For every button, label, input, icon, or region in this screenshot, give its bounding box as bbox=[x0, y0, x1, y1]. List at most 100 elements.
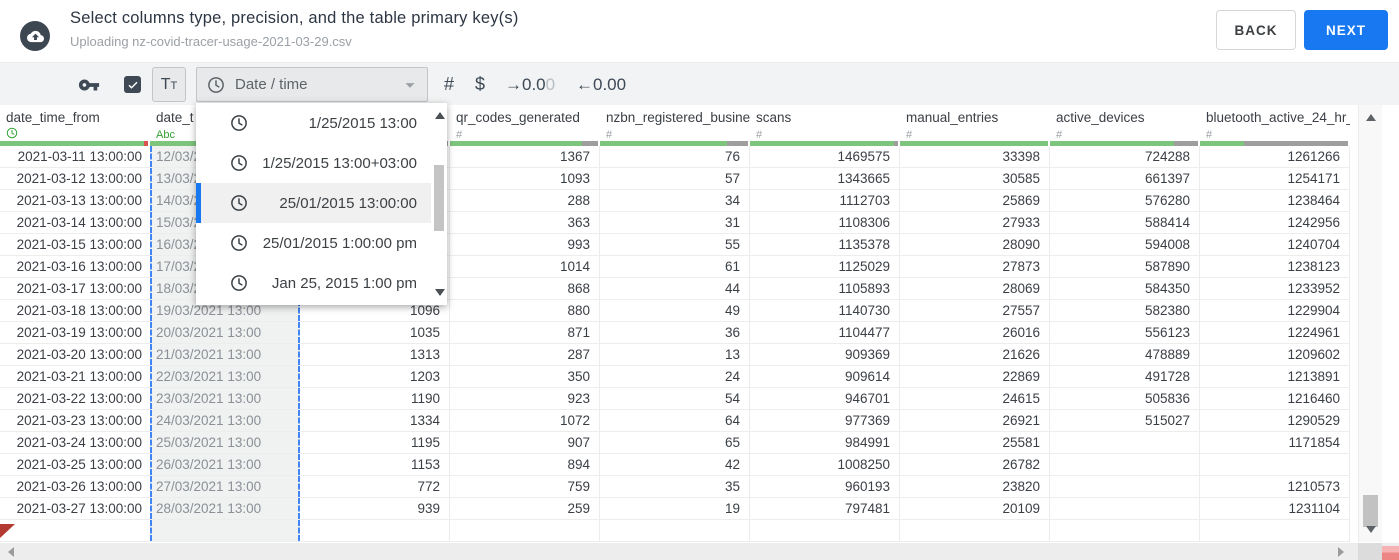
table-cell[interactable]: 1469575 bbox=[750, 146, 900, 167]
table-cell[interactable] bbox=[1050, 476, 1200, 497]
table-cell[interactable]: 27873 bbox=[900, 256, 1050, 277]
table-cell[interactable]: 1229904 bbox=[1200, 300, 1350, 321]
decimal-right-button[interactable]: →0.00 bbox=[505, 63, 555, 106]
table-cell[interactable]: 25581 bbox=[900, 432, 1050, 453]
table-cell[interactable]: 1035 bbox=[300, 322, 450, 343]
table-cell[interactable]: 772 bbox=[300, 476, 450, 497]
table-cell[interactable]: 287 bbox=[450, 344, 600, 365]
table-cell[interactable]: 26921 bbox=[900, 410, 1050, 431]
table-cell[interactable]: 1209602 bbox=[1200, 344, 1350, 365]
table-cell[interactable]: 49 bbox=[600, 300, 750, 321]
table-cell[interactable]: 1240704 bbox=[1200, 234, 1350, 255]
table-cell[interactable] bbox=[450, 520, 600, 541]
table-cell[interactable]: 2021-03-21 13:00:00 bbox=[0, 366, 150, 387]
table-cell[interactable]: 1254171 bbox=[1200, 168, 1350, 189]
dropdown-scroll-thumb[interactable] bbox=[434, 165, 444, 231]
decimal-left-button[interactable]: ←0.00 bbox=[576, 63, 626, 106]
currency-type-button[interactable]: $ bbox=[475, 63, 485, 106]
table-cell[interactable]: 19 bbox=[600, 498, 750, 519]
scroll-down-arrow-icon[interactable] bbox=[1366, 526, 1376, 533]
table-cell[interactable]: 909614 bbox=[750, 366, 900, 387]
table-cell[interactable]: 27/03/2021 13:00 bbox=[150, 476, 300, 497]
table-cell[interactable]: 21626 bbox=[900, 344, 1050, 365]
table-cell[interactable]: 1093 bbox=[450, 168, 600, 189]
table-cell[interactable]: 363 bbox=[450, 212, 600, 233]
table-cell[interactable]: 1313 bbox=[300, 344, 450, 365]
table-cell[interactable]: 2021-03-17 13:00:00 bbox=[0, 278, 150, 299]
table-cell[interactable]: 993 bbox=[450, 234, 600, 255]
table-cell[interactable] bbox=[1050, 520, 1200, 541]
format-option[interactable]: Jan 25, 2015 1:00 pm bbox=[196, 263, 447, 303]
horizontal-scrollbar[interactable] bbox=[0, 543, 1399, 560]
table-cell[interactable]: 25/03/2021 13:00 bbox=[150, 432, 300, 453]
table-cell[interactable] bbox=[1050, 454, 1200, 475]
table-cell[interactable]: 2021-03-12 13:00:00 bbox=[0, 168, 150, 189]
table-cell[interactable]: 1261266 bbox=[1200, 146, 1350, 167]
table-cell[interactable]: 24/03/2021 13:00 bbox=[150, 410, 300, 431]
scroll-right-arrow-icon[interactable] bbox=[1338, 547, 1344, 557]
table-cell[interactable]: 259 bbox=[450, 498, 600, 519]
table-cell[interactable]: 2021-03-11 13:00:00 bbox=[0, 146, 150, 167]
table-cell[interactable]: 54 bbox=[600, 388, 750, 409]
scroll-up-arrow-icon[interactable] bbox=[1366, 114, 1376, 121]
dropdown-scroll-up-icon[interactable] bbox=[435, 112, 445, 119]
table-cell[interactable]: 33398 bbox=[900, 146, 1050, 167]
table-cell[interactable] bbox=[1200, 454, 1350, 475]
table-cell[interactable] bbox=[750, 520, 900, 541]
primary-key-icon[interactable] bbox=[78, 74, 100, 96]
table-cell[interactable]: 661397 bbox=[1050, 168, 1200, 189]
format-option[interactable]: 1/25/2015 13:00+03:00 bbox=[196, 143, 447, 183]
table-cell[interactable]: 880 bbox=[450, 300, 600, 321]
table-cell[interactable]: 26782 bbox=[900, 454, 1050, 475]
table-cell[interactable]: 1213891 bbox=[1200, 366, 1350, 387]
table-cell[interactable]: 27557 bbox=[900, 300, 1050, 321]
table-cell[interactable]: 556123 bbox=[1050, 322, 1200, 343]
table-cell[interactable] bbox=[0, 520, 150, 541]
table-cell[interactable] bbox=[1050, 498, 1200, 519]
table-cell[interactable]: 1072 bbox=[450, 410, 600, 431]
table-cell[interactable]: 23820 bbox=[900, 476, 1050, 497]
table-cell[interactable]: 2021-03-16 13:00:00 bbox=[0, 256, 150, 277]
table-cell[interactable]: 31 bbox=[600, 212, 750, 233]
table-cell[interactable]: 1233952 bbox=[1200, 278, 1350, 299]
table-cell[interactable]: 2021-03-22 13:00:00 bbox=[0, 388, 150, 409]
table-cell[interactable]: 2021-03-27 13:00:00 bbox=[0, 498, 150, 519]
table-cell[interactable]: 34 bbox=[600, 190, 750, 211]
table-cell[interactable]: 871 bbox=[450, 322, 600, 343]
table-cell[interactable]: 1210573 bbox=[1200, 476, 1350, 497]
table-cell[interactable]: 2021-03-14 13:00:00 bbox=[0, 212, 150, 233]
table-cell[interactable]: 20/03/2021 13:00 bbox=[150, 322, 300, 343]
table-cell[interactable]: 491728 bbox=[1050, 366, 1200, 387]
table-cell[interactable] bbox=[600, 520, 750, 541]
table-cell[interactable]: 478889 bbox=[1050, 344, 1200, 365]
table-cell[interactable]: 30585 bbox=[900, 168, 1050, 189]
table-cell[interactable]: 1171854 bbox=[1200, 432, 1350, 453]
table-cell[interactable]: 1290529 bbox=[1200, 410, 1350, 431]
next-button[interactable]: NEXT bbox=[1304, 10, 1388, 50]
table-cell[interactable]: 960193 bbox=[750, 476, 900, 497]
table-cell[interactable]: 907 bbox=[450, 432, 600, 453]
back-button[interactable]: BACK bbox=[1216, 10, 1296, 50]
table-cell[interactable]: 64 bbox=[600, 410, 750, 431]
text-type-button[interactable]: Tt bbox=[152, 67, 186, 102]
table-cell[interactable]: 1140730 bbox=[750, 300, 900, 321]
table-cell[interactable]: 1203 bbox=[300, 366, 450, 387]
table-cell[interactable]: 61 bbox=[600, 256, 750, 277]
table-cell[interactable]: 587890 bbox=[1050, 256, 1200, 277]
horizontal-scroll-thumb[interactable] bbox=[1382, 546, 1399, 560]
table-cell[interactable]: 288 bbox=[450, 190, 600, 211]
table-cell[interactable]: 28069 bbox=[900, 278, 1050, 299]
table-cell[interactable]: 65 bbox=[600, 432, 750, 453]
table-cell[interactable]: 22869 bbox=[900, 366, 1050, 387]
table-cell[interactable]: 2021-03-20 13:00:00 bbox=[0, 344, 150, 365]
table-cell[interactable]: 2021-03-24 13:00:00 bbox=[0, 432, 150, 453]
table-cell[interactable]: 21/03/2021 13:00 bbox=[150, 344, 300, 365]
table-cell[interactable]: 1216460 bbox=[1200, 388, 1350, 409]
table-cell[interactable]: 1014 bbox=[450, 256, 600, 277]
table-cell[interactable]: 1242956 bbox=[1200, 212, 1350, 233]
vertical-scroll-thumb[interactable] bbox=[1363, 495, 1378, 527]
table-cell[interactable]: 28090 bbox=[900, 234, 1050, 255]
vertical-scrollbar[interactable] bbox=[1358, 105, 1382, 542]
table-cell[interactable]: 25869 bbox=[900, 190, 1050, 211]
table-cell[interactable] bbox=[150, 520, 300, 541]
